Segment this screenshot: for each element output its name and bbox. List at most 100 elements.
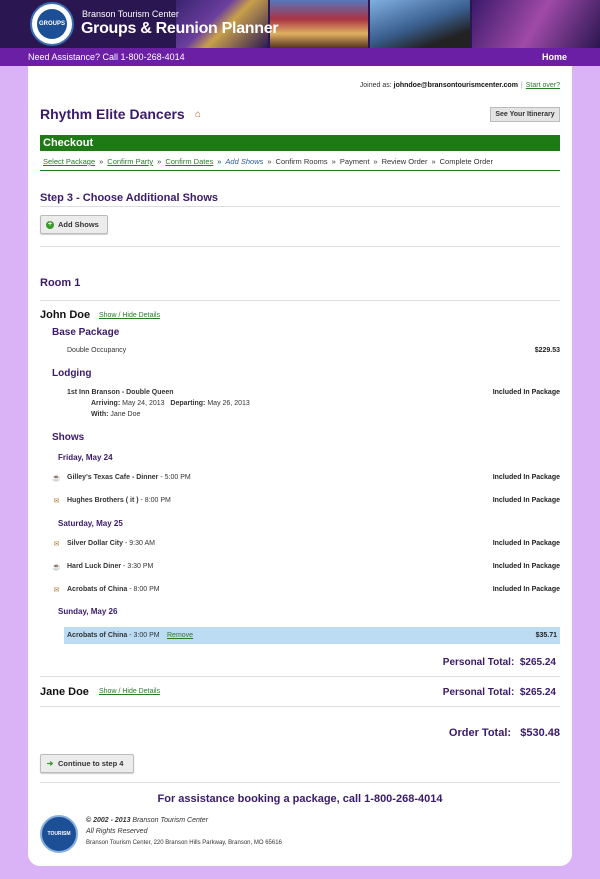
arrow-right-icon: ➜ (46, 758, 54, 768)
guest-name: Jane Doe (40, 686, 89, 698)
continue-label: Continue to step 4 (58, 759, 124, 768)
departing-date: May 26, 2013 (207, 400, 250, 407)
added-show-row: Acrobats of China - 3:00 PM Remove $35.7… (64, 627, 560, 644)
added-show-name: Acrobats of China (67, 632, 128, 639)
show-hide-details-link[interactable]: Show / Hide Details (99, 688, 160, 695)
copyright-name: Branson Tourism Center (132, 817, 209, 824)
show-name: Acrobats of China (67, 586, 128, 593)
copyright-years: © 2002 - 2013 (86, 817, 131, 824)
footer-logo: TOURISM (40, 815, 78, 853)
day-heading: Friday, May 24 (58, 453, 113, 462)
see-itinerary-button[interactable]: See Your Itinerary (490, 107, 560, 122)
step-arrow: » (331, 157, 336, 166)
arriving-date: May 24, 2013 (122, 400, 165, 407)
joined-label: Joined as: (359, 82, 392, 89)
show-status: Included In Package (492, 586, 560, 593)
arriving-label: Arriving: (91, 400, 121, 407)
step-arrow: » (267, 157, 272, 166)
plus-icon: + (46, 220, 54, 229)
show-status: Included In Package (492, 563, 560, 570)
divider (40, 782, 560, 783)
divider (40, 706, 560, 707)
show-hide-details-link[interactable]: Show / Hide Details (99, 312, 160, 319)
added-show-price: $35.71 (535, 632, 557, 639)
show-time: 5:00 PM (164, 474, 191, 481)
show-name: Hard Luck Diner (67, 563, 122, 570)
step-confirm-rooms: Confirm Rooms (275, 157, 328, 166)
added-show-time: 3:00 PM (133, 632, 160, 639)
checkout-title: Checkout (43, 137, 94, 149)
roommate: With: Jane Doe (91, 411, 140, 418)
divider (40, 170, 560, 171)
assistance-message: For assistance booking a package, call 1… (157, 793, 443, 805)
step-title: Step 3 - Choose Additional Shows (40, 192, 219, 204)
show-status: Included In Package (492, 474, 560, 481)
room-title: Room 1 (40, 277, 81, 289)
personal-total-value: $265.24 (519, 687, 556, 698)
copyright: © 2002 - 2013 Branson Tourism Center (86, 817, 208, 824)
base-package-item: Double Occupancy (67, 347, 127, 354)
dinner-icon: ☕ (52, 564, 61, 571)
show-time: 8:00 PM (144, 497, 171, 504)
start-over-link[interactable]: Start over? (526, 82, 560, 89)
brand-title: Groups & Reunion Planner (81, 20, 279, 37)
step-select-package[interactable]: Select Package (43, 157, 95, 166)
personal-total: Personal Total: $265.24 (443, 657, 556, 668)
day-heading: Saturday, May 25 (58, 519, 123, 528)
home-link[interactable]: Home (542, 52, 567, 62)
step-arrow: » (99, 157, 104, 166)
site-header: GROUPS Branson Tourism Center Groups & R… (0, 0, 600, 48)
show-item: Acrobats of China - 8:00 PM (67, 586, 160, 593)
step-complete-order: Complete Order (439, 157, 493, 166)
base-package-price: $229.53 (534, 347, 560, 354)
assistance-bar: Need Assistance? Call 1-800-268-4014 Hom… (0, 48, 600, 66)
step-arrow: » (217, 157, 222, 166)
step-confirm-dates[interactable]: Confirm Dates (165, 157, 213, 166)
show-name: Gilley's Texas Cafe - Dinner (67, 474, 159, 481)
add-shows-button[interactable]: + Add Shows (40, 215, 108, 234)
ticket-icon: ✉ (53, 541, 60, 548)
account-email: johndoe@bransontourismcenter.com (393, 82, 518, 89)
house-icon[interactable]: ⌂ (195, 109, 201, 120)
header-photo-coaster (370, 0, 470, 48)
order-total-value: $530.48 (520, 727, 560, 739)
dinner-icon: ☕ (52, 475, 61, 482)
step-payment: Payment (339, 157, 370, 166)
show-time: 3:30 PM (127, 563, 154, 570)
hotel-status: Included In Package (492, 389, 560, 396)
site-logo[interactable]: GROUPS (30, 2, 74, 46)
divider (40, 676, 560, 677)
stay-dates: Arriving: May 24, 2013 Departing: May 26… (91, 400, 250, 407)
step-arrow: » (431, 157, 436, 166)
header-photo-show (270, 0, 368, 48)
order-total: Order Total: $530.48 (449, 727, 560, 739)
step-arrow: » (157, 157, 162, 166)
divider (40, 246, 560, 247)
show-time: 8:00 PM (133, 586, 160, 593)
shows-heading: Shows (52, 432, 85, 443)
guest-name: John Doe (40, 309, 91, 321)
show-name: Hughes Brothers ( it ) (67, 497, 139, 504)
step-confirm-party[interactable]: Confirm Party (107, 157, 153, 166)
divider (40, 206, 560, 207)
address: Branson Tourism Center, 220 Branson Hill… (86, 840, 282, 846)
show-item: Hard Luck Diner - 3:30 PM (67, 563, 154, 570)
added-show-item: Acrobats of China - 3:00 PM (67, 632, 160, 639)
step-arrow: » (373, 157, 378, 166)
main-panel: Joined as: johndoe@bransontourismcenter.… (28, 66, 572, 866)
day-heading: Sunday, May 26 (58, 607, 118, 616)
personal-total-value: $265.24 (519, 657, 556, 668)
show-item: Hughes Brothers ( it ) - 8:00 PM (67, 497, 171, 504)
rights: All Rights Reserved (86, 828, 148, 835)
show-name: Silver Dollar City (67, 540, 124, 547)
lodging-heading: Lodging (52, 368, 92, 379)
remove-show-link[interactable]: Remove (167, 632, 193, 639)
assistance-text: Need Assistance? Call 1-800-268-4014 (28, 52, 185, 62)
show-status: Included In Package (492, 540, 560, 547)
checkout-header: Checkout (40, 135, 560, 151)
continue-button[interactable]: ➜ Continue to step 4 (40, 754, 134, 773)
show-item: Silver Dollar City - 9:30 AM (67, 540, 155, 547)
checkout-steps: Select Package» Confirm Party» Confirm Dat… (43, 157, 493, 166)
add-shows-label: Add Shows (58, 220, 99, 229)
hotel-name: 1st Inn Branson - Double Queen (67, 389, 174, 396)
